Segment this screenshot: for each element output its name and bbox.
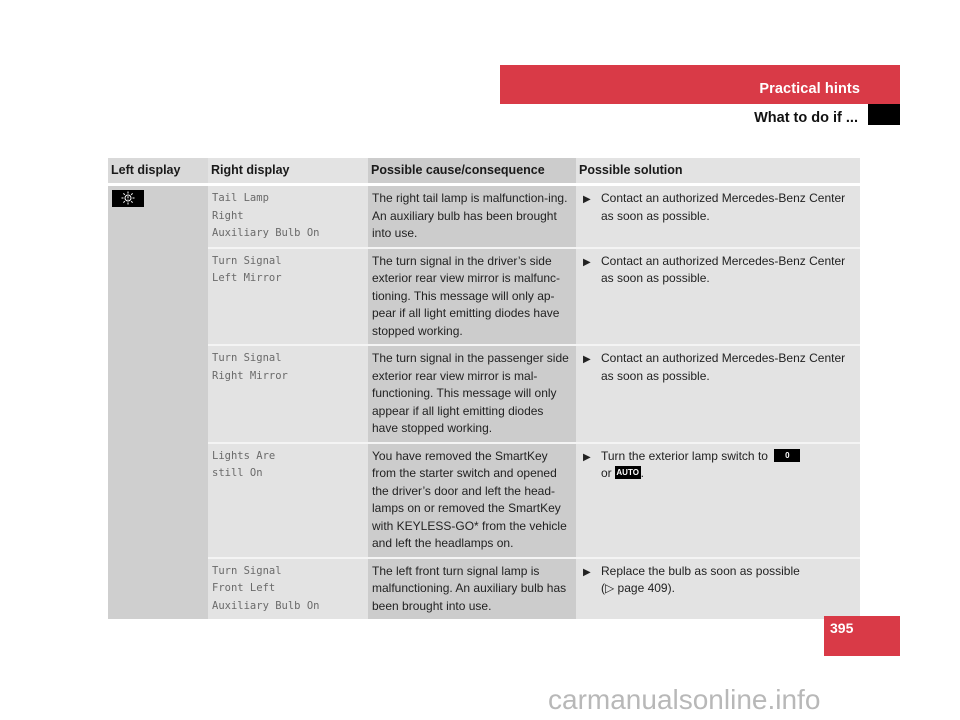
solution-text-prefix: Turn the exterior lamp switch to <box>601 448 768 463</box>
column-header-right-display: Right display <box>208 158 368 186</box>
watermark: carmanualsonline.info <box>548 684 821 715</box>
right-display-cell: Turn Signal Front Left Auxiliary Bulb On <box>208 556 368 619</box>
display-message-line: Left Mirror <box>212 272 282 284</box>
solution-cell: ▶ Turn the exterior lamp switch to 0 or A… <box>576 441 860 558</box>
column-header-solution: Possible solution <box>576 158 860 186</box>
section-title: Practical hints <box>759 81 860 97</box>
right-display-cell: Tail Lamp Right Auxiliary Bulb On <box>208 184 368 248</box>
display-messages-table: Left display Right display Possible caus… <box>108 158 860 619</box>
column-header-cause: Possible cause/consequence <box>368 158 576 186</box>
solution-text: Contact an authorized Mercedes-Benz Cent… <box>601 351 846 383</box>
solution-cell: ▶ Contact an authorized Mercedes-Benz Ce… <box>576 184 860 248</box>
display-message-line: Turn Signal <box>212 564 282 577</box>
right-display-cell: Turn Signal Right Mirror <box>208 344 368 443</box>
display-message-line: Auxiliary Bulb On <box>212 227 320 239</box>
left-display-cell <box>108 184 208 619</box>
table-header-row: Left display Right display Possible caus… <box>108 158 860 186</box>
cause-cell: The left front turn signal lamp is malfu… <box>368 556 576 619</box>
solution-line: Replace the bulb as soon as possible <box>601 563 800 578</box>
table-row: Lights Are still On You have removed the… <box>108 441 860 558</box>
display-message-line: Turn Signal <box>212 352 282 364</box>
thumb-index-tab <box>868 104 900 125</box>
display-message-line: Front Left <box>212 582 276 594</box>
cause-cell: The turn signal in the driver’s side ext… <box>368 246 576 345</box>
subsection-title: What to do if ... <box>754 110 858 126</box>
column-header-left-display: Left display <box>108 158 208 186</box>
solution-text-or: or <box>601 466 612 480</box>
right-display-cell: Turn Signal Left Mirror <box>208 246 368 345</box>
solution-text: Replace the bulb as soon as possible (▷ … <box>601 563 856 598</box>
table-row: Turn Signal Right Mirror The turn signal… <box>108 344 860 443</box>
exterior-lamp-malfunction-icon <box>112 190 144 207</box>
bullet-arrow-icon: ▶ <box>583 194 591 205</box>
page-number: 395 <box>830 620 854 636</box>
lamp-switch-auto-icon: AUTO <box>614 466 641 480</box>
bullet-arrow-icon: ▶ <box>583 354 591 365</box>
bullet-arrow-icon: ▶ <box>583 451 591 463</box>
bullet-arrow-icon: ▶ <box>583 256 591 268</box>
solution-cell: ▶ Contact an authorized Mercedes-Benz Ce… <box>576 344 860 443</box>
solution-cell: ▶ Contact an authorized Mercedes-Benz Ce… <box>576 246 860 345</box>
bullet-arrow-icon: ▶ <box>583 566 591 578</box>
solution-text: Contact an authorized Mercedes-Benz Cent… <box>601 253 846 286</box>
page-reference-link[interactable]: (▷ page 409). <box>601 580 856 598</box>
display-message-line: Auxiliary Bulb On <box>212 599 320 612</box>
section-header-bar: Practical hints <box>500 65 900 104</box>
right-display-cell: Lights Are still On <box>208 441 368 558</box>
display-message-line: Turn Signal <box>212 254 282 267</box>
table-row: Turn Signal Front Left Auxiliary Bulb On… <box>108 556 860 619</box>
table-row: Turn Signal Left Mirror The turn signal … <box>108 246 860 345</box>
display-message-line: Right <box>212 209 244 222</box>
cause-cell: The right tail lamp is malfunction-ing. … <box>368 184 576 248</box>
display-message-line: Tail Lamp <box>212 192 269 204</box>
cause-cell: You have removed the SmartKey from the s… <box>368 441 576 558</box>
solution-text: Turn the exterior lamp switch to 0 or AUT… <box>601 448 856 483</box>
page-number-box: 395 <box>824 616 900 656</box>
table-row: Tail Lamp Right Auxiliary Bulb On The ri… <box>108 184 860 619</box>
display-message-line: Right Mirror <box>212 369 288 382</box>
solution-cell: ▶ Replace the bulb as soon as possible (… <box>576 556 860 619</box>
solution-text-suffix: . <box>640 466 645 480</box>
display-message-line: still On <box>212 467 263 479</box>
cause-cell: The turn signal in the passenger side ex… <box>368 344 576 443</box>
solution-text: Contact an authorized Mercedes-Benz Cent… <box>601 191 846 223</box>
display-message-line: Lights Are <box>212 449 276 462</box>
lamp-switch-off-icon: 0 <box>774 448 801 462</box>
